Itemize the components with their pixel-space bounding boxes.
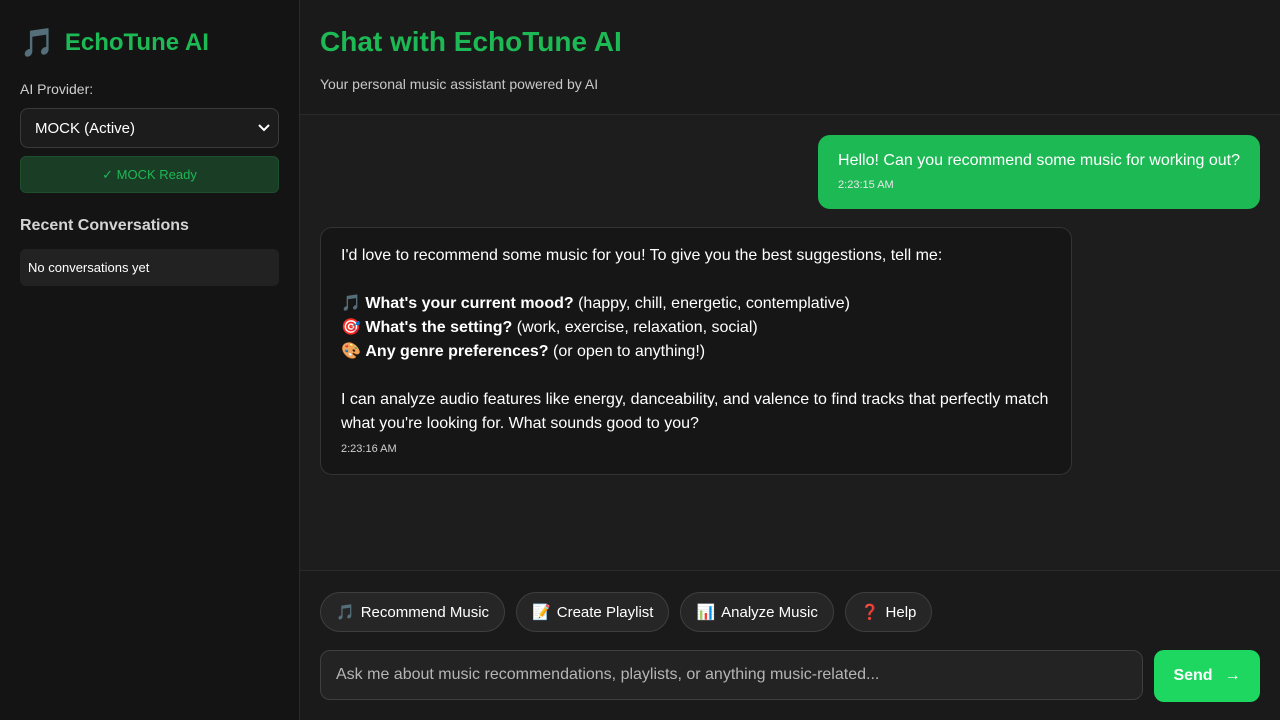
arrow-right-icon: → bbox=[1224, 667, 1241, 684]
quick-actions: 🎵 Recommend Music 📝 Create Playlist 📊 An… bbox=[320, 592, 1260, 632]
provider-status-badge: ✓ MOCK Ready bbox=[20, 156, 279, 193]
ai-message: I'd love to recommend some music for you… bbox=[320, 227, 1072, 475]
recent-conversations-title: Recent Conversations bbox=[20, 217, 189, 234]
quick-action-label: Recommend Music bbox=[360, 603, 490, 621]
main-panel: Chat with EchoTune AI Your personal musi… bbox=[300, 0, 1280, 720]
create-playlist-button[interactable]: 📝 Create Playlist bbox=[516, 592, 670, 632]
ai-message-intro: I'd love to recommend some music for you… bbox=[341, 247, 943, 264]
user-message-time: 2:23:15 AM bbox=[838, 179, 894, 191]
send-button[interactable]: Send → bbox=[1154, 650, 1260, 702]
app-root: 🎵 EchoTune AI AI Provider: MOCK (Active)… bbox=[0, 0, 1280, 720]
ai-question: 🎯 What's the setting? (work, exercise, r… bbox=[341, 316, 1051, 340]
quick-action-label: Help bbox=[885, 603, 917, 621]
ai-question-rest: (happy, chill, energetic, contemplative) bbox=[573, 295, 850, 312]
ai-question-bold: What's your current mood? bbox=[365, 295, 574, 312]
brand-name: EchoTune AI bbox=[64, 29, 209, 56]
ai-message-outro: I can analyze audio features like energy… bbox=[341, 391, 1049, 432]
ai-question-rest: (work, exercise, relaxation, social) bbox=[512, 319, 758, 336]
help-button[interactable]: ❓ Help bbox=[844, 592, 933, 632]
music-note-icon: 🎵 bbox=[336, 604, 355, 621]
ai-question: 🎨 Any genre preferences? (or open to any… bbox=[341, 340, 1051, 364]
chat-header: Chat with EchoTune AI Your personal musi… bbox=[300, 0, 1280, 115]
brand: 🎵 EchoTune AI bbox=[20, 26, 279, 60]
music-note-icon: 🎵 bbox=[20, 27, 55, 58]
ai-message-time: 2:23:16 AM bbox=[341, 443, 397, 455]
provider-select[interactable]: MOCK (Active) bbox=[20, 108, 279, 148]
ai-question-bold: What's the setting? bbox=[365, 319, 513, 336]
bar-chart-icon: 📊 bbox=[696, 604, 716, 621]
ai-question-bold: Any genre preferences? bbox=[365, 343, 549, 360]
provider-label: AI Provider: bbox=[20, 81, 94, 97]
memo-icon: 📝 bbox=[532, 604, 551, 621]
recommend-music-button[interactable]: 🎵 Recommend Music bbox=[320, 592, 506, 632]
send-label: Send bbox=[1173, 667, 1213, 684]
question-mark-icon: ❓ bbox=[860, 604, 880, 621]
palette-icon: 🎨 bbox=[341, 343, 361, 360]
quick-action-label: Create Playlist bbox=[556, 603, 654, 621]
page-subtitle: Your personal music assistant powered by… bbox=[320, 76, 599, 92]
user-message-text: Hello! Can you recommend some music for … bbox=[838, 152, 1240, 169]
provider-selected-value: MOCK (Active) bbox=[35, 119, 136, 137]
quick-action-label: Analyze Music bbox=[721, 603, 818, 621]
target-icon: 🎯 bbox=[341, 319, 361, 336]
recent-conversations-empty: No conversations yet bbox=[20, 249, 279, 286]
page-title: Chat with EchoTune AI bbox=[320, 26, 622, 57]
input-row: Ask me about music recommendations, play… bbox=[320, 650, 1260, 702]
chevron-down-icon bbox=[258, 121, 270, 135]
ai-question: 🎵 What's your current mood? (happy, chil… bbox=[341, 292, 1051, 316]
music-note-icon: 🎵 bbox=[341, 295, 361, 312]
chat-input[interactable]: Ask me about music recommendations, play… bbox=[320, 650, 1143, 700]
message-list[interactable]: Hello! Can you recommend some music for … bbox=[300, 115, 1280, 571]
chat-input-placeholder: Ask me about music recommendations, play… bbox=[336, 666, 880, 683]
ai-question-rest: (or open to anything!) bbox=[548, 343, 706, 360]
analyze-music-button[interactable]: 📊 Analyze Music bbox=[680, 592, 834, 632]
sidebar: 🎵 EchoTune AI AI Provider: MOCK (Active)… bbox=[0, 0, 300, 720]
composer: 🎵 Recommend Music 📝 Create Playlist 📊 An… bbox=[300, 571, 1280, 720]
user-message: Hello! Can you recommend some music for … bbox=[818, 135, 1260, 209]
